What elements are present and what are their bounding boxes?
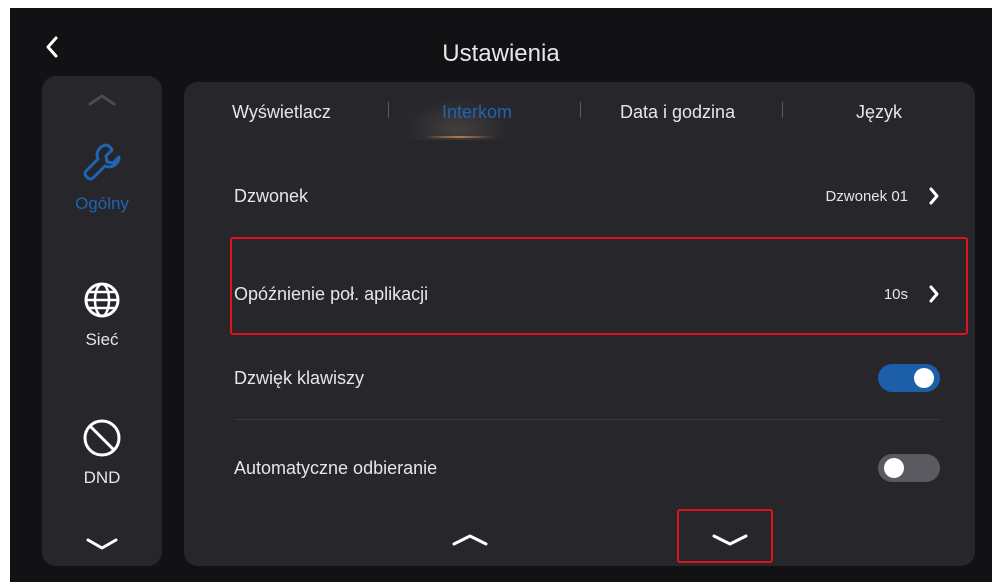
app-call-delay-value: 10s	[883, 285, 908, 303]
key-sound-setting: Dzwięk klawiszy	[234, 348, 940, 408]
scroll-up-button[interactable]	[450, 528, 490, 552]
tab-bar: Wyświetlacz Interkom Data i godzina Języ…	[184, 100, 975, 140]
wrench-icon	[83, 143, 121, 181]
tab-intercom[interactable]: Interkom	[442, 100, 512, 124]
ringtone-setting[interactable]: Dzwonek Dzwonek 01	[234, 166, 940, 226]
app-call-delay-label: Opóźnienie poł. aplikacji	[234, 283, 429, 304]
chevron-down-icon	[86, 538, 118, 550]
globe-icon	[84, 282, 120, 318]
settings-panel: Wyświetlacz Interkom Data i godzina Języ…	[184, 82, 975, 566]
auto-answer-setting: Automatyczne odbieranie	[234, 438, 940, 498]
tab-separator	[782, 102, 783, 118]
tab-language[interactable]: Język	[856, 100, 902, 124]
sidebar-item-network[interactable]: Sieć	[42, 280, 162, 350]
sidebar-item-label: Sieć	[85, 330, 119, 349]
sidebar-item-dnd[interactable]: DND	[42, 418, 162, 488]
ringtone-value: Dzwonek 01	[825, 187, 908, 205]
tab-display[interactable]: Wyświetlacz	[232, 100, 331, 124]
key-sound-label: Dzwięk klawiszy	[234, 367, 365, 388]
toggle-knob	[884, 458, 904, 478]
chevron-right-icon	[929, 285, 939, 303]
active-tab-underline	[424, 136, 494, 138]
sidebar-item-label: DND	[83, 468, 121, 487]
chevron-up-icon	[88, 94, 116, 106]
device-screen: Ustawienia Ogólny Sieć DND Wyświetlacz I…	[10, 8, 992, 582]
ringtone-label: Dzwonek	[234, 185, 309, 206]
app-call-delay-setting[interactable]: Opóźnienie poł. aplikacji 10s	[234, 264, 940, 324]
tab-date-time[interactable]: Data i godzina	[620, 100, 735, 124]
sidebar-item-label: Ogólny	[75, 194, 129, 213]
page-title: Ustawienia	[442, 40, 560, 67]
do-not-disturb-icon	[83, 419, 121, 457]
chevron-down-icon	[712, 534, 748, 546]
sidebar-scroll-down-button[interactable]	[82, 534, 122, 554]
row-divider	[234, 419, 940, 420]
scroll-down-button[interactable]	[710, 528, 750, 552]
chevron-right-icon	[929, 187, 939, 205]
chevron-up-icon	[452, 534, 488, 546]
auto-answer-label: Automatyczne odbieranie	[234, 457, 438, 478]
toggle-knob	[914, 368, 934, 388]
key-sound-toggle[interactable]	[878, 364, 940, 392]
sidebar: Ogólny Sieć DND	[42, 76, 162, 566]
sidebar-scroll-up-button[interactable]	[82, 90, 122, 110]
tab-separator	[388, 102, 389, 118]
sidebar-item-general[interactable]: Ogólny	[42, 140, 162, 214]
auto-answer-toggle[interactable]	[878, 454, 940, 482]
tab-separator	[580, 102, 581, 118]
